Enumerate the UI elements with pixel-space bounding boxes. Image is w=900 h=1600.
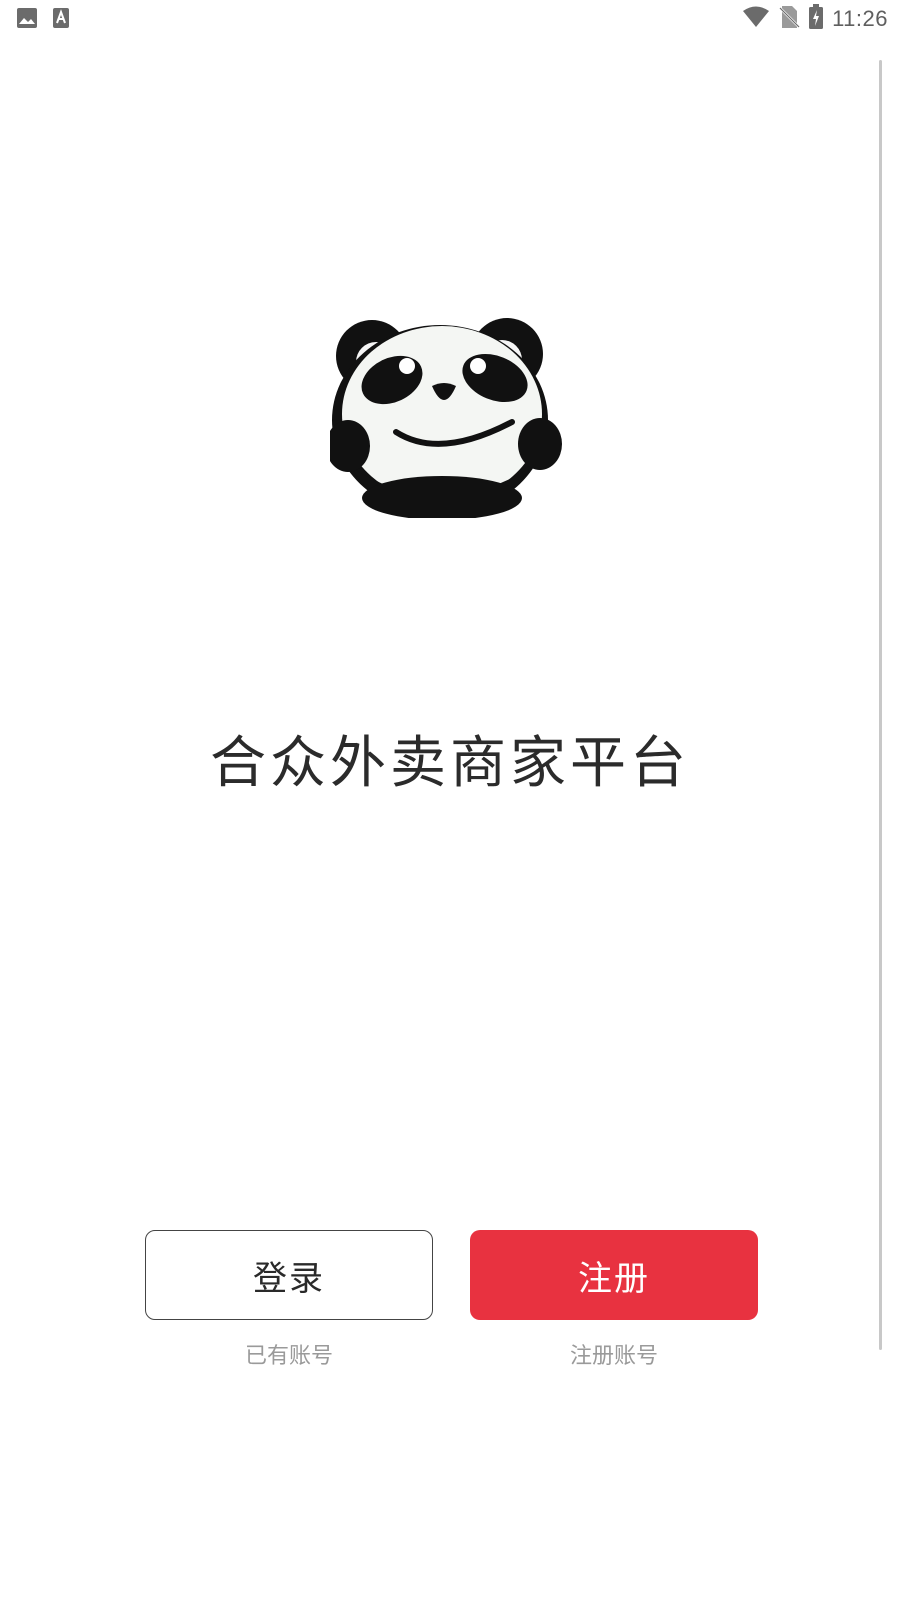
font-icon (52, 7, 70, 33)
register-button[interactable]: 注册 (470, 1230, 758, 1320)
status-bar: 11:26 (0, 0, 900, 36)
wifi-icon (742, 5, 770, 33)
status-left-icons (16, 7, 70, 33)
status-time: 11:26 (832, 6, 888, 31)
register-button-label: 注册 (578, 1258, 650, 1299)
register-hint: 注册账号 (569, 1344, 658, 1369)
login-button-label: 登录 (253, 1258, 325, 1299)
status-right-icons: 11:26 (742, 4, 888, 34)
image-icon (16, 7, 38, 33)
no-sim-icon (778, 5, 800, 33)
battery-charging-icon (808, 4, 824, 34)
panda-logo-icon (326, 318, 570, 520)
login-button[interactable]: 登录 (145, 1230, 433, 1320)
scroll-indicator (879, 60, 882, 1350)
login-hint: 已有账号 (244, 1344, 333, 1369)
app-title: 合众外卖商家平台 (210, 731, 690, 796)
